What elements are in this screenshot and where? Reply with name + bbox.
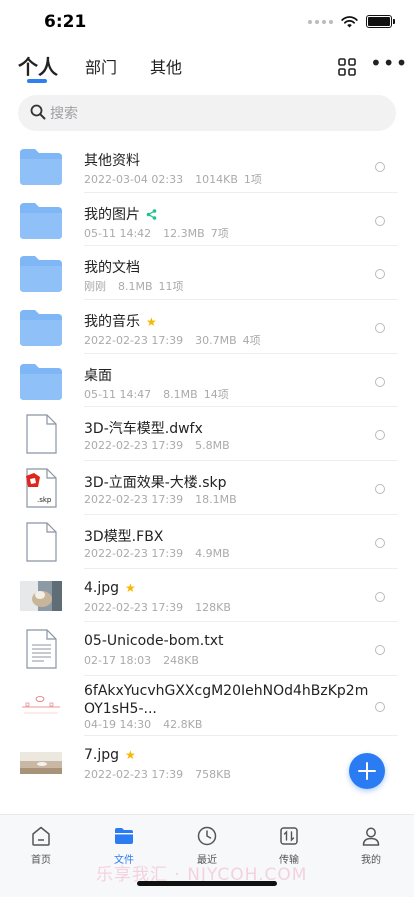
status-time: 6:21 xyxy=(44,12,87,32)
file-meta: 02-17 18:03 248KB xyxy=(84,654,199,668)
sketchup-file-icon: .skp xyxy=(26,468,57,508)
folder-icon xyxy=(20,256,62,293)
select-radio[interactable] xyxy=(375,537,385,548)
file-meta: 2022-03-04 02:33 1014KB 1项 xyxy=(84,173,262,186)
file-name: 3D-汽车模型.dwfx xyxy=(84,421,203,438)
file-meta: 05-11 14:47 8.1MB 14项 xyxy=(84,387,229,401)
search-icon xyxy=(30,104,46,120)
file-meta: 2022-02-23 17:39 128KB xyxy=(84,600,231,614)
select-radio[interactable] xyxy=(375,215,385,226)
file-meta: 2022-02-23 17:39 4.9MB xyxy=(84,546,230,560)
select-radio[interactable] xyxy=(375,645,385,656)
clock-icon xyxy=(197,826,217,846)
select-radio[interactable] xyxy=(375,591,385,602)
select-radio[interactable] xyxy=(375,323,385,334)
transfer-icon xyxy=(280,827,298,845)
wifi-icon xyxy=(341,15,358,27)
folder-icon xyxy=(115,828,133,844)
star-icon: ★ xyxy=(146,315,157,330)
star-icon: ★ xyxy=(125,580,136,595)
select-radio[interactable] xyxy=(375,162,385,172)
file-row[interactable]: 4.jpg ★ 2022-02-23 17:39 128KB xyxy=(0,569,414,623)
file-name: 其他资料 xyxy=(84,153,140,169)
tab-other[interactable]: 其他 xyxy=(150,54,182,78)
file-row[interactable]: 6fAkxYucvhGXXcgM20IehNOd4hBzKp2m OY1sH5-.… xyxy=(0,676,414,736)
nav-item-me[interactable]: 我的 xyxy=(341,825,401,866)
status-bar: 6:21 xyxy=(0,0,414,44)
svg-text:.skp: .skp xyxy=(37,496,52,504)
status-icons xyxy=(308,15,395,28)
file-name: 05-Unicode-bom.txt xyxy=(84,633,224,650)
image-thumbnail-sketch xyxy=(20,688,62,723)
file-row[interactable]: 05-Unicode-bom.txt 02-17 18:03 248KB xyxy=(0,622,414,676)
file-meta: 2022-02-23 17:39 18.1MB xyxy=(84,493,237,507)
file-name: 4.jpg ★ xyxy=(84,579,136,596)
file-row[interactable]: 其他资料 2022-03-04 02:33 1014KB 1项 xyxy=(0,139,414,193)
file-name: 3D模型.FBX xyxy=(84,528,164,545)
folder-icon xyxy=(20,149,62,185)
file-name: 3D-立面效果-大楼.skp xyxy=(84,475,227,492)
file-meta: 2022-02-23 17:39 758KB xyxy=(84,767,231,781)
file-name: 我的文档 xyxy=(84,260,140,277)
document-icon xyxy=(26,414,57,455)
file-meta: 04-19 14:30 42.8KB xyxy=(84,717,203,731)
nav-label: 我的 xyxy=(361,855,381,866)
battery-icon xyxy=(366,15,395,28)
file-row[interactable]: .skp 3D-立面效果-大楼.skp 2022-02-23 17:39 18.1… xyxy=(0,461,414,515)
file-row[interactable]: 桌面 05-11 14:47 8.1MB 14项 xyxy=(0,354,414,408)
nav-item-home[interactable]: 首页 xyxy=(11,825,71,866)
file-row[interactable]: 我的文档 刚刚 8.1MB 11项 xyxy=(0,246,414,301)
file-name: 7.jpg ★ xyxy=(84,746,136,763)
select-radio[interactable] xyxy=(375,701,385,712)
search-bar[interactable] xyxy=(18,95,396,133)
document-icon xyxy=(26,522,57,562)
nav-label: 首页 xyxy=(31,855,51,866)
text-file-icon xyxy=(26,629,57,669)
user-icon xyxy=(362,827,380,846)
folder-icon xyxy=(20,202,62,239)
more-menu-button[interactable]: ••• xyxy=(370,53,407,76)
image-thumbnail-beach xyxy=(20,751,62,774)
active-tab-indicator xyxy=(27,79,47,83)
tab-department[interactable]: 部门 xyxy=(85,54,117,78)
file-row[interactable]: 3D-汽车模型.dwfx 2022-02-23 17:39 5.8MB xyxy=(0,407,414,462)
tab-personal[interactable]: 个人 xyxy=(18,51,58,80)
select-radio[interactable] xyxy=(375,376,385,387)
file-list: 其他资料 2022-03-04 02:33 1014KB 1项 我的图片 05-11… xyxy=(0,139,414,790)
signal-icon xyxy=(308,19,333,24)
home-icon xyxy=(32,826,50,846)
file-name: 桌面 xyxy=(84,367,112,384)
add-button[interactable] xyxy=(349,753,385,789)
file-meta: 05-11 14:42 12.3MB 7项 xyxy=(84,226,229,240)
select-radio[interactable] xyxy=(375,269,385,280)
file-row[interactable]: 3D模型.FBX 2022-02-23 17:39 4.9MB xyxy=(0,515,414,569)
image-thumbnail-cat xyxy=(20,580,62,611)
home-indicator[interactable] xyxy=(137,881,277,886)
file-meta: 2022-02-23 17:39 5.8MB xyxy=(84,439,230,453)
file-row[interactable]: 我的图片 05-11 14:42 12.3MB 7项 xyxy=(0,193,414,247)
file-name: 6fAkxYucvhGXXcgM20IehNOd4hBzKp2m OY1sH5-.… xyxy=(84,682,369,717)
grid-view-icon[interactable] xyxy=(338,58,356,76)
file-name: 我的音乐 ★ xyxy=(84,314,157,331)
search-input[interactable] xyxy=(48,95,382,133)
file-name: 我的图片 xyxy=(84,204,157,224)
top-tabs: 个人 部门 其他 ••• xyxy=(0,48,414,88)
file-row[interactable]: 我的音乐 ★ 2022-02-23 17:39 30.7MB 4项 xyxy=(0,300,414,354)
star-icon: ★ xyxy=(125,747,136,762)
file-meta: 2022-02-23 17:39 30.7MB 4项 xyxy=(84,334,261,348)
share-icon xyxy=(146,209,157,220)
file-meta: 刚刚 8.1MB 11项 xyxy=(84,280,184,294)
folder-icon xyxy=(20,310,62,347)
select-radio[interactable] xyxy=(375,430,385,441)
select-radio[interactable] xyxy=(375,484,385,495)
folder-icon xyxy=(20,363,62,400)
